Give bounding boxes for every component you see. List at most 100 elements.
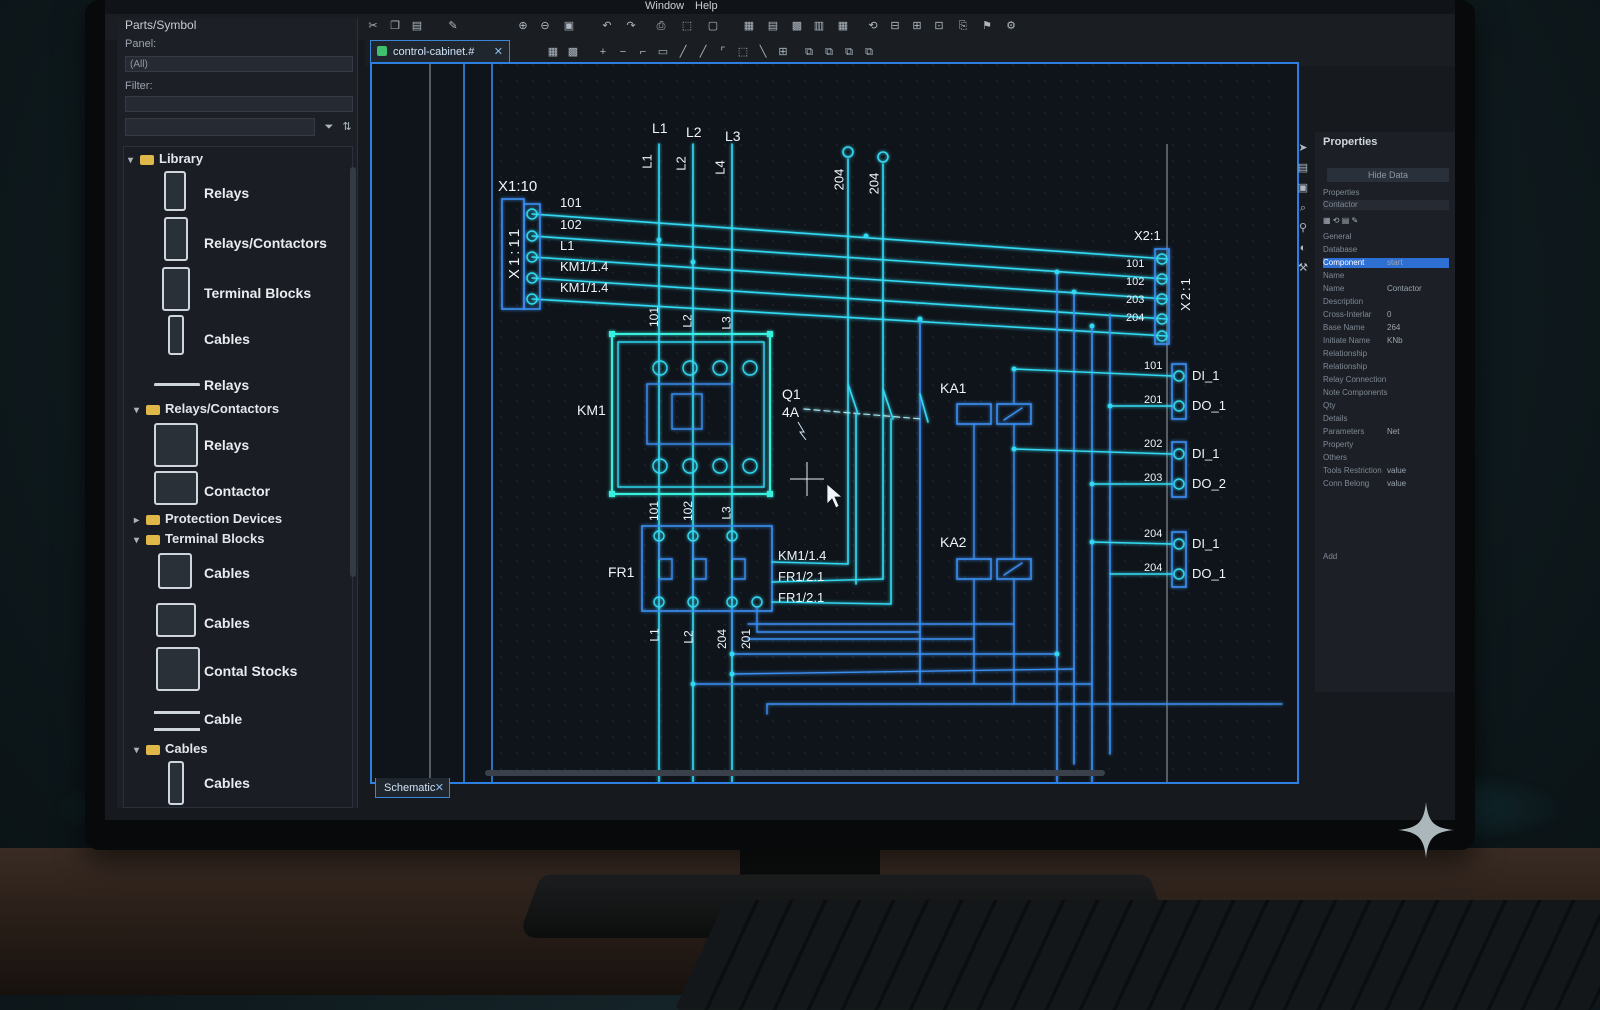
layers-icon[interactable]: ▤ (765, 18, 781, 34)
box-icon[interactable]: ▭ (655, 44, 671, 60)
property-row[interactable]: Property (1323, 440, 1449, 450)
tree-folder-library[interactable]: ▾ Library (128, 151, 203, 166)
tree-item-cables-3[interactable]: Cables (204, 615, 250, 631)
tree-item-contal-stocks[interactable]: Contal Stocks (204, 663, 297, 679)
property-row[interactable]: Tools Restriction value (1323, 466, 1449, 476)
palette-icon[interactable]: ◐ (1295, 240, 1311, 256)
type-select[interactable]: Contactor (1323, 200, 1449, 210)
property-row[interactable]: Name (1323, 271, 1449, 281)
export-icon[interactable]: ⎘ (955, 18, 971, 34)
plus-icon[interactable]: + (595, 44, 611, 60)
paste-format-icon[interactable]: ⧉ (841, 44, 857, 60)
tree-item-relays[interactable]: Relays (204, 185, 249, 201)
panel-select[interactable]: (All) (125, 56, 353, 72)
tree-item-cables[interactable]: Cables (204, 331, 250, 347)
property-row[interactable]: Others (1323, 453, 1449, 463)
pin-icon[interactable]: ⚲ (1295, 220, 1311, 236)
brush-icon[interactable]: ╱ (675, 44, 691, 60)
print-icon[interactable]: ⎙ (653, 18, 669, 34)
tab-control-cabinet[interactable]: control-cabinet.# ✕ (370, 40, 510, 62)
dashed-box-icon[interactable]: ⬚ (735, 44, 751, 60)
line-icon[interactable]: ╱ (695, 44, 711, 60)
property-row[interactable]: Database (1323, 245, 1449, 255)
property-row[interactable]: Conn Belong value (1323, 479, 1449, 489)
settings-icon[interactable]: ⚙ (1003, 18, 1019, 34)
tree-item-terminal-blocks[interactable]: Terminal Blocks (204, 285, 311, 301)
pencil-icon[interactable]: ✎ (445, 18, 461, 34)
tree-item-contactor[interactable]: Contactor (204, 483, 270, 499)
canvas-horizontal-scrollbar[interactable] (485, 770, 1105, 776)
flag-icon[interactable]: ⚑ (979, 18, 995, 34)
add-button[interactable]: Add (1323, 552, 1449, 562)
table-icon[interactable]: ▦ (741, 18, 757, 34)
report-icon[interactable]: ▦ (835, 18, 851, 34)
select-icon[interactable]: ⬚ (679, 18, 695, 34)
search-input[interactable] (125, 118, 315, 136)
properties-icons[interactable]: ▦ ⟲ ▤ ✎ (1323, 216, 1358, 225)
search-icon[interactable]: ⌕ (1295, 200, 1311, 216)
tree-item-cables-4[interactable]: Cables (204, 775, 250, 791)
property-row[interactable]: Base Name 264 (1323, 323, 1449, 333)
sort-icon[interactable]: ⇅ (339, 119, 355, 135)
tab-schematic[interactable]: Schematic ✕ (375, 778, 450, 798)
property-row[interactable]: Relay Connection (1323, 375, 1449, 385)
duplicate-icon[interactable]: ⧉ (821, 44, 837, 60)
filter-icon[interactable]: ⏷ (321, 119, 337, 135)
angle-icon[interactable]: ⌜ (715, 44, 731, 60)
property-row[interactable]: General (1323, 232, 1449, 242)
diagonal-icon[interactable]: ╲ (755, 44, 771, 60)
redo-icon[interactable]: ↷ (623, 18, 639, 34)
wire-icon[interactable]: ⌐ (635, 44, 651, 60)
wrench-icon[interactable]: ⚒ (1295, 260, 1311, 276)
menu-help[interactable]: Help (695, 0, 718, 12)
tree-folder-cables[interactable]: ▾ Cables (134, 741, 208, 756)
copy-format-icon[interactable]: ⧉ (801, 44, 817, 60)
property-row[interactable]: Name Contactor (1323, 284, 1449, 294)
tree-folder-protection-devices[interactable]: ▸ Protection Devices (134, 511, 282, 526)
hide-data-button[interactable]: Hide Data (1327, 168, 1449, 182)
schematic-canvas[interactable]: L1 L2 L3 L1 L2 L4 204 204 X1:10 X1:11 10… (370, 62, 1299, 784)
node-icon[interactable]: ⊞ (775, 44, 791, 60)
component-icon[interactable]: ▣ (1295, 180, 1311, 196)
close-icon[interactable]: ✕ (494, 41, 503, 63)
grid-view-icon[interactable]: ▦ (545, 44, 561, 60)
layers-icon[interactable]: ▤ (1295, 160, 1311, 176)
property-row[interactable]: Cross-Interlar 0 (1323, 310, 1449, 320)
minus-icon[interactable]: − (615, 44, 631, 60)
property-row[interactable]: Note Components (1323, 388, 1449, 398)
tree-item-cables-2[interactable]: Cables (204, 565, 250, 581)
tree-item-relays-contactors[interactable]: Relays/Contactors (204, 235, 327, 251)
property-row[interactable]: Parameters Net (1323, 427, 1449, 437)
tree-item-relays-2[interactable]: Relays (204, 377, 249, 393)
filter-input[interactable] (125, 96, 353, 112)
property-row[interactable]: Relationship (1323, 362, 1449, 372)
tree-item-relays-3[interactable]: Relays (204, 437, 249, 453)
property-row[interactable]: Description (1323, 297, 1449, 307)
property-row[interactable]: Qty (1323, 401, 1449, 411)
symbol-icon[interactable]: ▥ (811, 18, 827, 34)
clipboard-icon[interactable]: ▣ (561, 18, 577, 34)
undo-icon[interactable]: ↶ (599, 18, 615, 34)
distribute-icon[interactable]: ⊞ (909, 18, 925, 34)
align-icon[interactable]: ⊟ (887, 18, 903, 34)
grid-icon[interactable]: ▩ (789, 18, 805, 34)
menu-window[interactable]: Window (645, 0, 684, 12)
close-icon[interactable]: ✕ (435, 778, 444, 798)
tree-folder-relays-contactors[interactable]: ▾ Relays/Contactors (134, 401, 279, 416)
rectangle-icon[interactable]: ▢ (705, 18, 721, 34)
tree-item-cable[interactable]: Cable (204, 711, 242, 727)
tree-folder-terminal-blocks[interactable]: ▾ Terminal Blocks (134, 531, 264, 546)
property-row[interactable]: Relationship (1323, 349, 1449, 359)
paste-icon[interactable]: ▤ (409, 18, 425, 34)
tree-scrollbar[interactable] (350, 167, 356, 577)
grid-snap-icon[interactable]: ▩ (565, 44, 581, 60)
property-row[interactable]: Details (1323, 414, 1449, 424)
property-row[interactable]: Initiate Name KNb (1323, 336, 1449, 346)
copy-icon[interactable]: ❐ (387, 18, 403, 34)
arrow-icon[interactable]: ➤ (1295, 140, 1311, 156)
property-row[interactable]: Component start (1323, 258, 1449, 268)
cut-icon[interactable]: ✂ (365, 18, 381, 34)
merge-icon[interactable]: ⧉ (861, 44, 877, 60)
zoom-in-icon[interactable]: ⊕ (515, 18, 531, 34)
zoom-out-icon[interactable]: ⊖ (537, 18, 553, 34)
